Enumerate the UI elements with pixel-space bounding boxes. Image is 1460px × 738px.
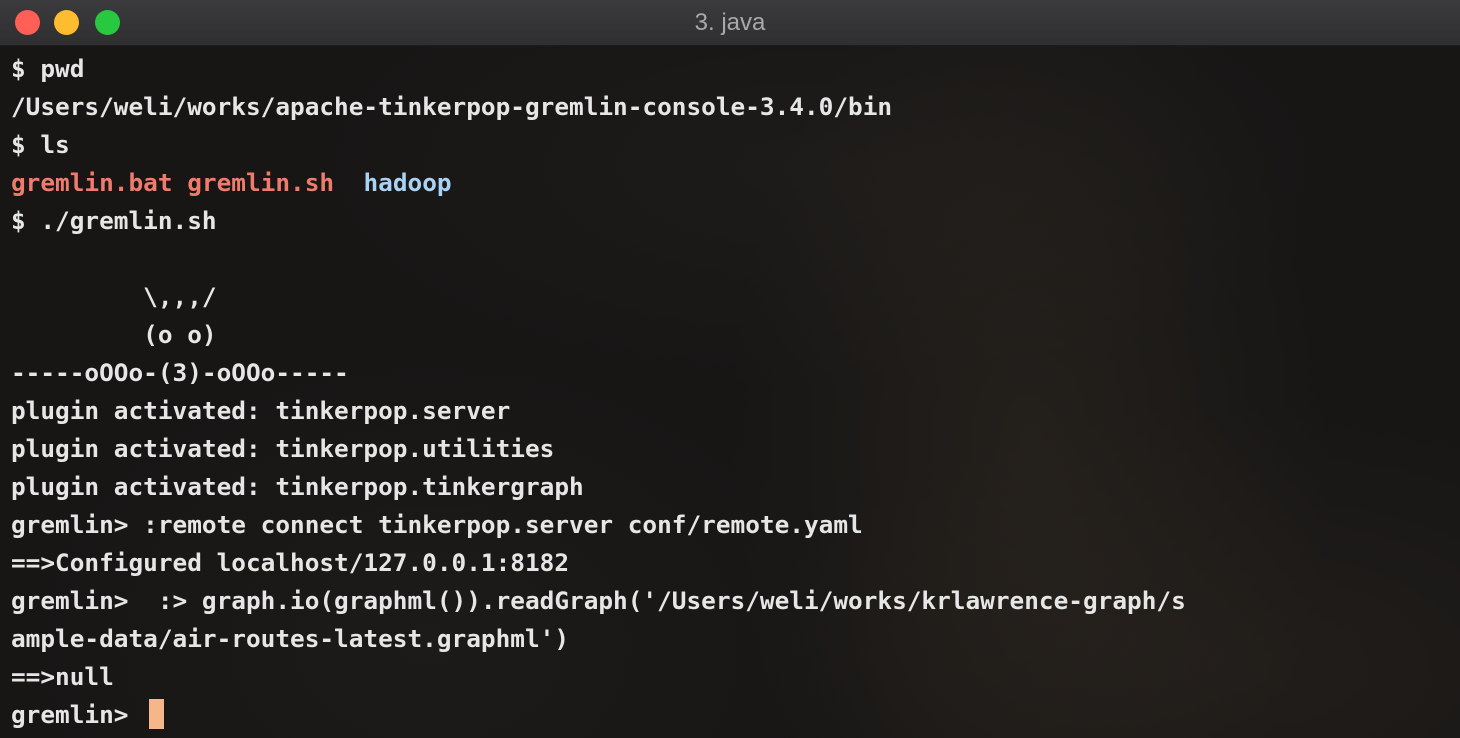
window-title: 3. java xyxy=(694,9,766,36)
terminal-line: gremlin> :> graph.io(graphml()).readGrap… xyxy=(11,586,1186,615)
terminal-line: $ ls xyxy=(11,130,70,159)
ascii-art-line: -----oOOo-(3)-oOOo----- xyxy=(11,358,349,387)
terminal-line: $ pwd xyxy=(11,54,85,83)
prompt-line[interactable]: gremlin> xyxy=(11,696,165,734)
gremlin-prompt: gremlin> xyxy=(11,700,144,729)
terminal-window: 3. java $ pwd /Users/weli/works/apache-t… xyxy=(0,0,1460,738)
terminal-line: plugin activated: tinkerpop.utilities xyxy=(11,434,555,463)
terminal-line: $ ./gremlin.sh xyxy=(11,206,217,235)
terminal-line: plugin activated: tinkerpop.tinkergraph xyxy=(11,472,584,501)
ls-output-line: gremlin.bat gremlin.sh hadoop xyxy=(11,164,452,202)
ls-entry-file: gremlin.bat xyxy=(11,168,173,197)
ls-entry-file: gremlin.sh xyxy=(187,168,335,197)
text-cursor xyxy=(149,699,165,729)
ls-entry-directory: hadoop xyxy=(363,168,452,197)
terminal-line: ample-data/air-routes-latest.graphml') xyxy=(11,624,570,653)
title-bar: 3. java xyxy=(0,0,1460,46)
ascii-art-line: \,,,/ xyxy=(11,282,217,311)
terminal-line: plugin activated: tinkerpop.server xyxy=(11,396,511,425)
terminal-line: gremlin> :remote connect tinkerpop.serve… xyxy=(11,510,863,539)
ascii-art-line: (o o) xyxy=(11,320,217,349)
terminal-area[interactable]: $ pwd /Users/weli/works/apache-tinkerpop… xyxy=(0,46,1460,738)
terminal-line: /Users/weli/works/apache-tinkerpop-greml… xyxy=(11,92,893,121)
terminal-line: ==>Configured localhost/127.0.0.1:8182 xyxy=(11,548,570,577)
terminal-line: ==>null xyxy=(11,662,114,691)
